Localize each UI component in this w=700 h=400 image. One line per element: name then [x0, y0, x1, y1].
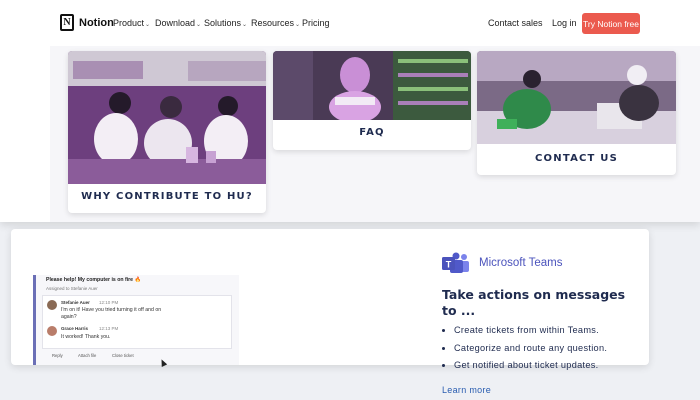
top-panel: N Notion Product⌄ Download⌄ Solutions⌄ R…	[0, 0, 700, 222]
avatar	[47, 300, 57, 310]
message-text: It worked! Thank you.	[61, 334, 111, 340]
close-ticket-button[interactable]: Close ticket	[112, 353, 134, 358]
nav-pricing[interactable]: Pricing	[302, 18, 330, 28]
microsoft-teams-icon: T	[442, 252, 469, 273]
login-link[interactable]: Log in	[552, 18, 577, 28]
bullet-icon	[442, 364, 445, 368]
contact-sales-link[interactable]: Contact sales	[488, 18, 543, 28]
faq-label: FAQ	[359, 127, 385, 138]
nav-resources[interactable]: Resources⌄	[251, 18, 300, 28]
bullet-icon	[442, 346, 445, 350]
nav-solutions[interactable]: Solutions⌄	[204, 18, 247, 28]
message-time: 12:13 PM	[99, 326, 119, 331]
try-notion-free-button[interactable]: Try Notion free	[582, 13, 640, 34]
chevron-down-icon: ⌄	[196, 22, 202, 28]
message-time: 12:10 PM	[99, 300, 119, 305]
list-item: Get notified about ticket updates.	[442, 360, 607, 378]
lab-photo	[68, 51, 266, 184]
chat-assigned: Assigned to Stefanie Auer	[46, 286, 98, 291]
message-author: Stefanie Auer	[61, 300, 90, 305]
bullet-icon	[442, 329, 445, 333]
teams-headline: Take actions on messages to ...	[442, 287, 626, 318]
nav-download[interactable]: Download⌄	[155, 18, 201, 28]
avatar	[47, 326, 57, 336]
chevron-down-icon: ⌄	[145, 22, 151, 28]
message-text: I'm on it! Have you tried turning it off…	[61, 307, 162, 320]
why-contribute-label: WHY CONTRIBUTE TO HU?	[81, 191, 253, 202]
reply-button[interactable]: Reply	[52, 353, 63, 358]
feature-list: Create tickets from within Teams. Catego…	[442, 325, 607, 378]
mouse-cursor-icon	[158, 358, 168, 367]
chat-title: Please help! My computer is on fire 🔥	[46, 277, 141, 283]
brand-name[interactable]: Notion	[79, 17, 114, 29]
why-contribute-card[interactable]: WHY CONTRIBUTE TO HU?	[68, 51, 266, 213]
attach-file-button[interactable]: Attach file	[78, 353, 96, 358]
students-photo	[477, 51, 676, 144]
notion-logo-icon[interactable]: N	[60, 14, 74, 31]
message-author: Grace Harris	[61, 326, 89, 331]
contact-us-card[interactable]: CONTACT US	[477, 51, 676, 175]
library-photo	[273, 51, 471, 120]
microsoft-teams-title: Microsoft Teams	[479, 257, 563, 269]
faq-card[interactable]: FAQ	[273, 51, 471, 150]
chat-thread: Stefanie Auer 12:10 PM I'm on it! Have y…	[42, 295, 232, 349]
chevron-down-icon: ⌄	[295, 22, 301, 28]
contact-us-label: CONTACT US	[535, 153, 618, 164]
svg-text:T: T	[446, 260, 452, 270]
list-item: Categorize and route any question.	[442, 343, 607, 361]
navbar: N Notion Product⌄ Download⌄ Solutions⌄ R…	[0, 0, 700, 46]
learn-more-link[interactable]: Learn more	[442, 385, 491, 395]
list-item: Create tickets from within Teams.	[442, 325, 607, 343]
teams-chat-preview: Please help! My computer is on fire 🔥 As…	[33, 275, 239, 367]
nav-product[interactable]: Product⌄	[113, 18, 150, 28]
chevron-down-icon: ⌄	[242, 22, 248, 28]
